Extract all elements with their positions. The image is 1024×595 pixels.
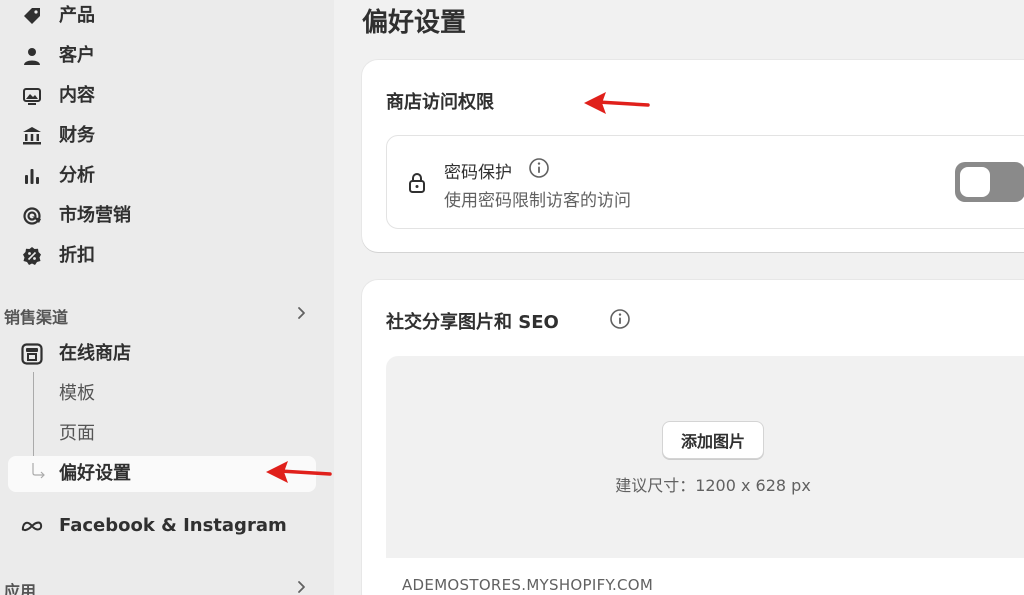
info-icon[interactable] — [609, 308, 631, 334]
sidebar-item-themes[interactable]: 模板 — [8, 376, 316, 412]
main-content: 偏好设置 商店访问权限 密码保护 使用密码限制访客的访问 社交分享图片和 SEO — [334, 0, 1024, 595]
page-title: 偏好设置 — [362, 8, 467, 38]
annotation-arrow — [266, 461, 332, 483]
sidebar-item-analytics[interactable]: 分析 — [8, 158, 316, 194]
sidebar-item-content[interactable]: 内容 — [8, 78, 316, 114]
sidebar-item-products[interactable]: 产品 — [8, 0, 316, 34]
sidebar-item-label: 折扣 — [59, 245, 95, 266]
sidebar-item-customers[interactable]: 客户 — [8, 38, 316, 74]
sidebar: 产品 客户 内容 财务 分析 市场营销 折扣 销售渠道 在线商店 模板 页面 偏… — [0, 0, 334, 595]
sidebar-item-marketing[interactable]: 市场营销 — [8, 198, 316, 234]
preview-domain: ADEMOSTORES.MYSHOPIFY.COM — [402, 576, 654, 594]
bank-icon — [21, 125, 43, 147]
sidebar-item-label: 偏好设置 — [59, 463, 131, 484]
meta-icon — [21, 515, 43, 537]
bar-chart-icon — [21, 165, 43, 187]
sales-channels-header[interactable]: 销售渠道 — [0, 300, 316, 330]
sidebar-item-label: 财务 — [59, 125, 95, 146]
store-icon — [21, 343, 43, 365]
sidebar-item-facebook-instagram[interactable]: Facebook & Instagram — [8, 508, 316, 544]
tree-branch-icon — [28, 463, 50, 485]
person-icon — [21, 45, 43, 67]
chevron-right-icon — [292, 578, 310, 595]
lock-icon — [407, 172, 427, 198]
sidebar-item-label: 模板 — [59, 383, 95, 404]
sidebar-item-label: 市场营销 — [59, 205, 131, 226]
sidebar-item-label: 页面 — [59, 423, 95, 444]
add-image-button[interactable]: 添加图片 — [662, 421, 764, 459]
password-protection-description: 使用密码限制访客的访问 — [444, 191, 631, 211]
password-protection-toggle[interactable] — [955, 162, 1024, 202]
tag-icon — [21, 5, 43, 27]
annotation-arrow — [584, 92, 650, 114]
size-hint: 建议尺寸：1200 x 628 px — [615, 476, 811, 495]
sidebar-item-finance[interactable]: 财务 — [8, 118, 316, 154]
toggle-knob — [960, 167, 990, 197]
password-protection-label: 密码保护 — [444, 163, 512, 183]
sales-channels-label: 销售渠道 — [4, 308, 69, 327]
sidebar-item-label: 内容 — [59, 85, 95, 106]
image-icon — [21, 85, 43, 107]
sidebar-item-label: 产品 — [59, 5, 95, 26]
social-sharing-title: 社交分享图片和 SEO — [386, 312, 559, 333]
apps-header[interactable]: 应用 — [0, 574, 316, 595]
sidebar-item-label: Facebook & Instagram — [59, 515, 287, 536]
password-protection-box: 密码保护 使用密码限制访客的访问 — [386, 135, 1024, 229]
sidebar-item-pages[interactable]: 页面 — [8, 416, 316, 452]
sidebar-item-label: 客户 — [59, 45, 95, 66]
sidebar-item-online-store[interactable]: 在线商店 — [8, 336, 316, 372]
target-icon — [21, 205, 43, 227]
social-sharing-card: 社交分享图片和 SEO 添加图片 建议尺寸：1200 x 628 px ADEM… — [362, 280, 1024, 595]
store-access-title: 商店访问权限 — [386, 92, 494, 113]
apps-label: 应用 — [4, 582, 37, 595]
chevron-right-icon — [292, 304, 310, 326]
sidebar-item-label: 在线商店 — [59, 343, 131, 364]
sidebar-item-discounts[interactable]: 折扣 — [8, 238, 316, 274]
discount-icon — [21, 245, 43, 267]
page: 产品 客户 内容 财务 分析 市场营销 折扣 销售渠道 在线商店 模板 页面 偏… — [0, 0, 1024, 595]
sidebar-item-label: 分析 — [59, 165, 95, 186]
image-upload-area[interactable]: 添加图片 建议尺寸：1200 x 628 px — [386, 356, 1024, 558]
info-icon[interactable] — [528, 157, 550, 183]
store-access-card: 商店访问权限 密码保护 使用密码限制访客的访问 — [362, 60, 1024, 252]
